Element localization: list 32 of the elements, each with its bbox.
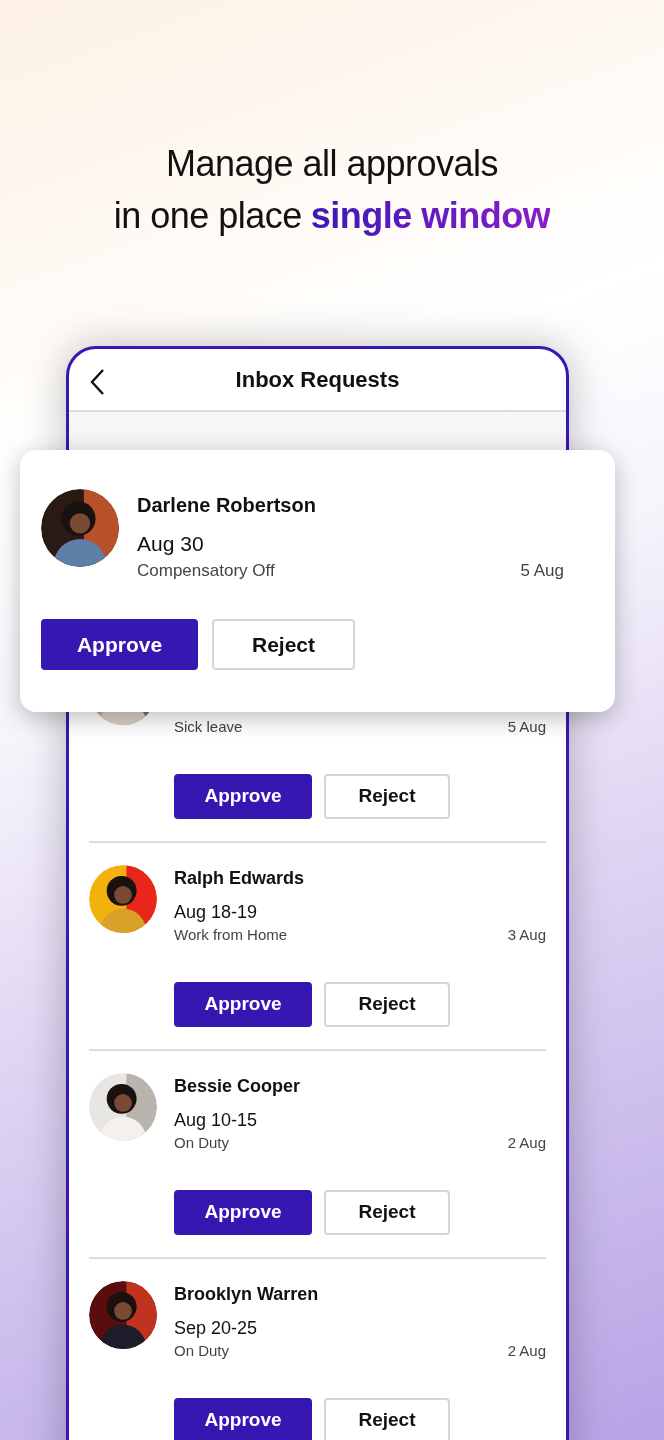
back-icon[interactable]: [89, 368, 105, 396]
request-type: On Duty: [174, 1133, 230, 1153]
received-date: 5 Aug: [520, 560, 564, 582]
approve-button[interactable]: Approve: [174, 1190, 312, 1235]
person-name: Ralph Edwards: [174, 867, 305, 890]
reject-button[interactable]: Reject: [212, 619, 355, 670]
request-type: Work from Home: [174, 925, 288, 945]
person-name: Brooklyn Warren: [174, 1283, 319, 1306]
person-name: Bessie Cooper: [174, 1075, 301, 1098]
approve-button[interactable]: Approve: [174, 1398, 312, 1440]
screen-title: Inbox Requests: [235, 366, 400, 394]
reject-button[interactable]: Reject: [324, 774, 450, 819]
request-dates: Aug 18-19: [174, 901, 258, 924]
reject-button[interactable]: Reject: [324, 1190, 450, 1235]
approve-button[interactable]: Approve: [174, 982, 312, 1027]
approve-button[interactable]: Approve: [41, 619, 198, 670]
headline: in one place: [113, 194, 302, 238]
request-type: Sick leave: [174, 717, 243, 737]
received-date: 5 Aug: [507, 717, 546, 737]
request-type: On Duty: [174, 1341, 230, 1361]
headline: Manage all approvals: [165, 142, 499, 186]
received-date: 2 Aug: [507, 1341, 546, 1361]
received-date: 3 Aug: [507, 925, 546, 945]
person-name: Darlene Robertson: [137, 493, 317, 518]
request-type: Compensatory Off: [137, 560, 275, 582]
approve-button[interactable]: Approve: [174, 774, 312, 819]
request-dates: Sep 20-25: [174, 1317, 258, 1340]
request-dates: Aug 10-15: [174, 1109, 258, 1132]
received-date: 2 Aug: [507, 1133, 546, 1153]
reject-button[interactable]: Reject: [324, 1398, 450, 1440]
reject-button[interactable]: Reject: [324, 982, 450, 1027]
request-dates: Aug 30: [137, 531, 204, 557]
